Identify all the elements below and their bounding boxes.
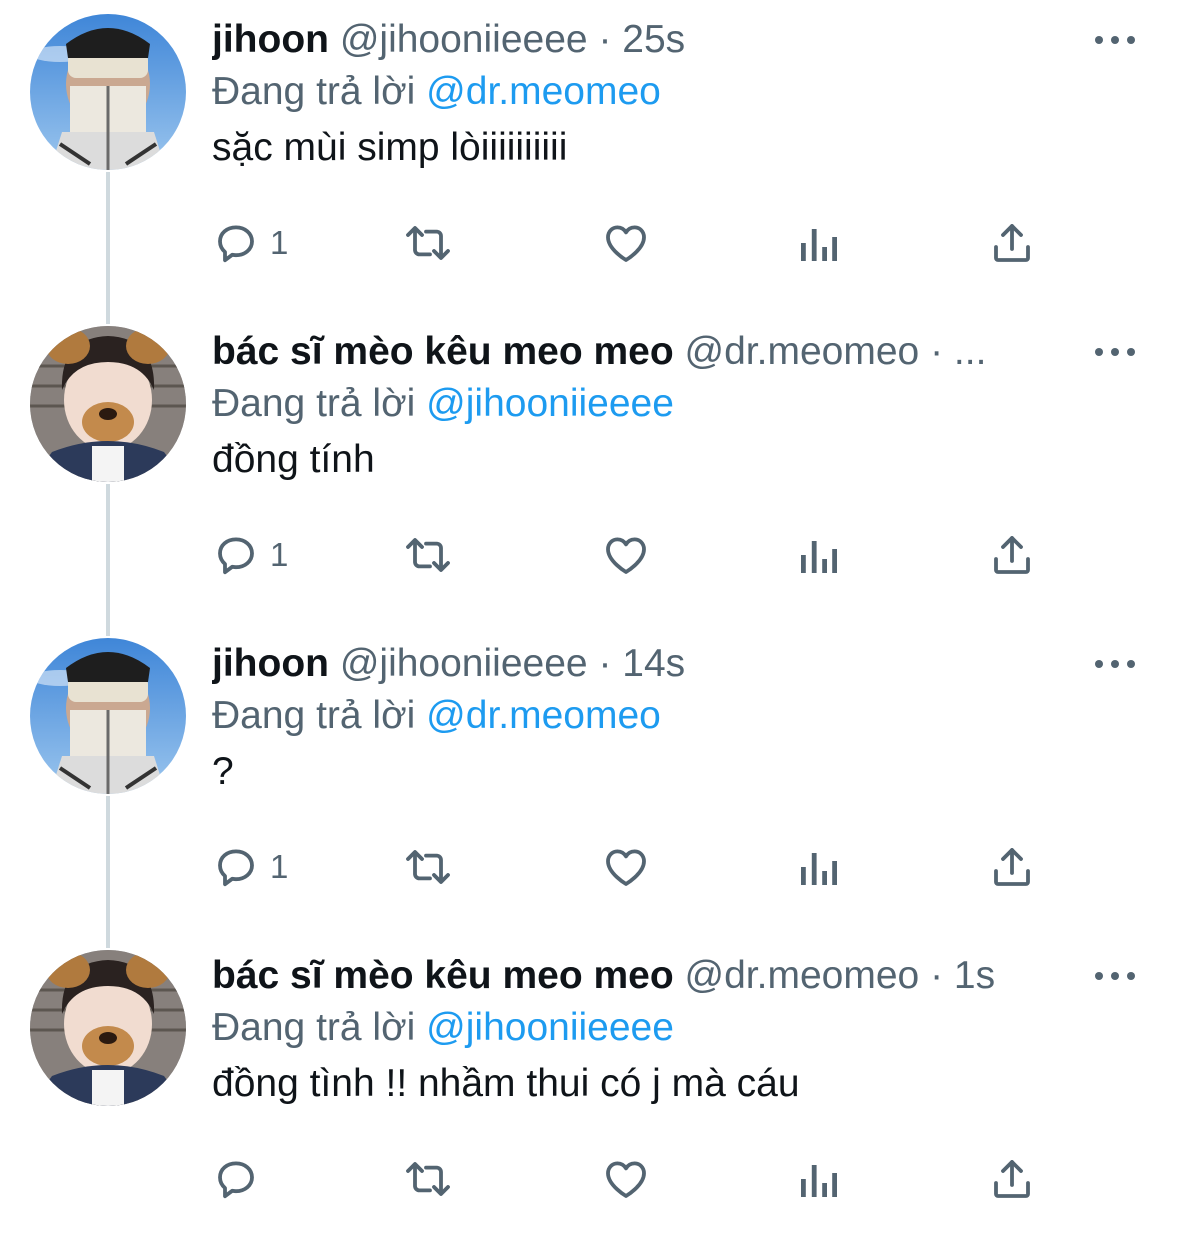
- views-button[interactable]: [797, 1144, 841, 1214]
- analytics-icon: [801, 541, 837, 573]
- avatar[interactable]: [30, 950, 186, 1106]
- mention-link[interactable]: @dr.meomeo: [426, 70, 661, 113]
- heart-icon: [606, 537, 646, 574]
- retweet-button[interactable]: [402, 832, 454, 902]
- share-icon: [994, 1160, 1030, 1198]
- mention-link[interactable]: @dr.meomeo: [426, 694, 661, 737]
- tweet[interactable]: jihoon @jihooniieeee · 25s Đang trả lời …: [0, 0, 1179, 312]
- share-button[interactable]: [988, 832, 1036, 902]
- separator: ·: [930, 954, 944, 997]
- display-name[interactable]: bác sĩ mèo kêu meo meo: [212, 954, 674, 997]
- retweet-icon: [406, 538, 450, 572]
- analytics-icon: [801, 853, 837, 885]
- like-button[interactable]: [602, 1144, 650, 1214]
- retweet-icon: [406, 226, 450, 260]
- heart-icon: [606, 1161, 646, 1198]
- analytics-icon: [801, 1165, 837, 1197]
- reply-icon: [218, 1161, 254, 1199]
- tweet-actions: 1: [212, 832, 1072, 902]
- separator: ·: [598, 642, 612, 685]
- avatar[interactable]: [30, 14, 186, 170]
- tweet-text: đồng tính: [212, 438, 375, 481]
- tweet-actions: 1: [212, 520, 1072, 590]
- retweet-icon: [406, 1162, 450, 1196]
- reply-icon: [218, 537, 254, 575]
- like-button[interactable]: [602, 520, 650, 590]
- views-button[interactable]: [797, 520, 841, 590]
- tweet[interactable]: bác sĩ mèo kêu meo meo @dr.meomeo · ... …: [0, 312, 1179, 624]
- tweet[interactable]: jihoon @jihooniieeee · 14s Đang trả lời …: [0, 624, 1179, 936]
- user-handle[interactable]: @jihooniieeee: [340, 642, 588, 685]
- display-name[interactable]: jihoon: [212, 18, 329, 61]
- analytics-icon: [801, 229, 837, 261]
- views-button[interactable]: [797, 832, 841, 902]
- tweet-text: sặc mùi simp lòiiiiiiiiii: [212, 126, 568, 169]
- reply-button[interactable]: 1: [212, 520, 288, 590]
- display-name[interactable]: bác sĩ mèo kêu meo meo: [212, 330, 674, 373]
- tweet-actions: [212, 1144, 1072, 1214]
- display-name[interactable]: jihoon: [212, 642, 329, 685]
- retweet-icon: [406, 850, 450, 884]
- tweet-header: bác sĩ mèo kêu meo meo @dr.meomeo · 1s: [212, 950, 1079, 1002]
- reply-icon: [218, 225, 254, 263]
- replying-to: Đang trả lời @dr.meomeo: [212, 690, 661, 742]
- more-icon[interactable]: [1095, 336, 1135, 368]
- like-button[interactable]: [602, 208, 650, 278]
- share-icon: [994, 536, 1030, 574]
- user-handle[interactable]: @dr.meomeo: [685, 954, 920, 997]
- reply-button[interactable]: [212, 1144, 270, 1214]
- mention-link[interactable]: @jihooniieeee: [426, 382, 674, 425]
- heart-icon: [606, 225, 646, 262]
- tweet-text: đồng tình !! nhầm thui có j mà cáu: [212, 1062, 800, 1105]
- more-icon[interactable]: [1095, 960, 1135, 992]
- retweet-button[interactable]: [402, 1144, 454, 1214]
- separator: ·: [930, 330, 944, 373]
- avatar[interactable]: [30, 638, 186, 794]
- reply-count: 1: [270, 224, 289, 261]
- timestamp[interactable]: 25s: [622, 18, 685, 61]
- timestamp[interactable]: 14s: [622, 642, 685, 685]
- share-icon: [994, 848, 1030, 886]
- separator: ·: [598, 18, 612, 61]
- tweet[interactable]: bác sĩ mèo kêu meo meo @dr.meomeo · 1s Đ…: [0, 936, 1179, 1248]
- timestamp[interactable]: ...: [954, 330, 987, 373]
- share-button[interactable]: [988, 208, 1036, 278]
- share-button[interactable]: [988, 520, 1036, 590]
- reply-count: 1: [270, 848, 289, 885]
- tweet-header: jihoon @jihooniieeee · 25s: [212, 14, 1079, 66]
- replying-to: Đang trả lời @jihooniieeee: [212, 378, 674, 430]
- heart-icon: [606, 849, 646, 886]
- replying-to-label: Đang trả lời: [212, 70, 416, 113]
- user-handle[interactable]: @dr.meomeo: [685, 330, 920, 373]
- replying-to-label: Đang trả lời: [212, 382, 416, 425]
- views-button[interactable]: [797, 208, 841, 278]
- more-icon[interactable]: [1095, 648, 1135, 680]
- mention-link[interactable]: @jihooniieeee: [426, 1006, 674, 1049]
- retweet-button[interactable]: [402, 520, 454, 590]
- reply-count: 1: [270, 536, 289, 573]
- share-button[interactable]: [988, 1144, 1036, 1214]
- replying-to: Đang trả lời @jihooniieeee: [212, 1002, 674, 1054]
- reply-button[interactable]: 1: [212, 832, 288, 902]
- replying-to-label: Đang trả lời: [212, 694, 416, 737]
- tweet-header: bác sĩ mèo kêu meo meo @dr.meomeo · ...: [212, 326, 1079, 378]
- timestamp[interactable]: 1s: [954, 954, 995, 997]
- share-icon: [994, 224, 1030, 262]
- like-button[interactable]: [602, 832, 650, 902]
- tweet-header: jihoon @jihooniieeee · 14s: [212, 638, 1079, 690]
- replying-to-label: Đang trả lời: [212, 1006, 416, 1049]
- tweet-text: ?: [212, 750, 234, 793]
- tweet-actions: 1: [212, 208, 1072, 278]
- reply-button[interactable]: 1: [212, 208, 288, 278]
- retweet-button[interactable]: [402, 208, 454, 278]
- reply-icon: [218, 849, 254, 887]
- avatar[interactable]: [30, 326, 186, 482]
- replying-to: Đang trả lời @dr.meomeo: [212, 66, 661, 118]
- user-handle[interactable]: @jihooniieeee: [340, 18, 588, 61]
- more-icon[interactable]: [1095, 24, 1135, 56]
